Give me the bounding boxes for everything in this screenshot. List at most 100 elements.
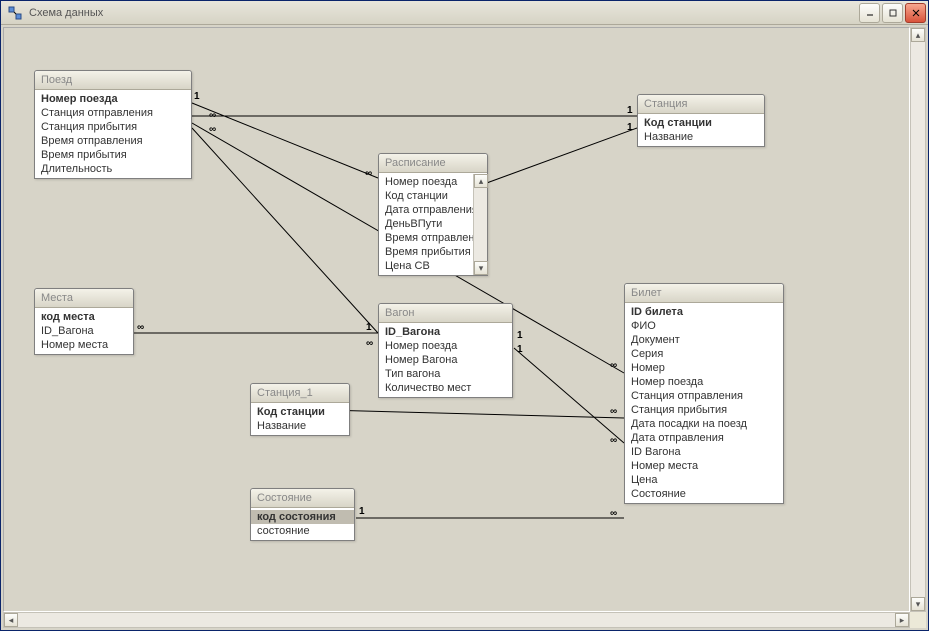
field[interactable]: Длительность xyxy=(35,162,191,176)
field[interactable]: Цена xyxy=(625,473,783,487)
field[interactable]: Название xyxy=(638,130,764,144)
cardinality-one: 1 xyxy=(194,91,200,102)
field[interactable]: Количество мест xyxy=(379,381,512,395)
scroll-left-icon[interactable]: ◂ xyxy=(4,613,18,627)
field[interactable]: Станция прибытия xyxy=(625,403,783,417)
field[interactable]: ID билета xyxy=(625,305,783,319)
field[interactable]: Номер места xyxy=(625,459,783,473)
table-fields: Код станции Название xyxy=(638,114,764,146)
field[interactable]: Тип вагона xyxy=(379,367,512,381)
table-title: Вагон xyxy=(379,304,512,323)
field[interactable]: Дата отправления xyxy=(379,203,473,217)
field[interactable]: ДеньВПути xyxy=(379,217,473,231)
cardinality-many: ∞ xyxy=(610,360,617,371)
cardinality-many: ∞ xyxy=(137,322,144,333)
field[interactable]: Номер поезда xyxy=(625,375,783,389)
cardinality-many: ∞ xyxy=(366,338,373,349)
minimize-button[interactable] xyxy=(859,3,880,23)
table-fields: код места ID_Вагона Номер места xyxy=(35,308,133,354)
field[interactable]: Код станции xyxy=(638,116,764,130)
table-mesta[interactable]: Места код места ID_Вагона Номер места xyxy=(34,288,134,355)
diagram-canvas[interactable]: 1 ∞ ∞ ∞ ∞ 1 1 ∞ 1 ∞ 1 1 1 ∞ ∞ ∞ ∞ 1 Поез… xyxy=(3,27,910,612)
field[interactable]: код состояния xyxy=(251,510,354,524)
cardinality-one: 1 xyxy=(517,344,523,355)
cardinality-many: ∞ xyxy=(610,406,617,417)
horizontal-scrollbar[interactable]: ◂ ▸ xyxy=(3,612,910,628)
table-raspisanie[interactable]: Расписание Номер поезда Код станции Дата… xyxy=(378,153,488,276)
cardinality-many: ∞ xyxy=(209,110,216,121)
table-vagon[interactable]: Вагон ID_Вагона Номер поезда Номер Вагон… xyxy=(378,303,513,398)
table-title: Поезд xyxy=(35,71,191,90)
field[interactable]: Цена СВ xyxy=(379,259,473,273)
cardinality-one: 1 xyxy=(627,105,633,116)
scroll-up-icon[interactable]: ▴ xyxy=(474,174,488,188)
field[interactable]: Станция отправления xyxy=(625,389,783,403)
field[interactable]: Время отправления xyxy=(379,231,473,245)
field[interactable]: Время прибытия xyxy=(379,245,473,259)
table-title: Станция_1 xyxy=(251,384,349,403)
field[interactable]: Код станции xyxy=(379,189,473,203)
field[interactable]: ID_Вагона xyxy=(379,325,512,339)
field[interactable]: Станция прибытия xyxy=(35,120,191,134)
table-fields: ID_Вагона Номер поезда Номер Вагона Тип … xyxy=(379,323,512,397)
table-title: Места xyxy=(35,289,133,308)
window-buttons xyxy=(859,3,926,23)
table-title: Состояние xyxy=(251,489,354,508)
scroll-right-icon[interactable]: ▸ xyxy=(895,613,909,627)
field[interactable]: Номер поезда xyxy=(379,175,473,189)
field[interactable]: Станция отправления xyxy=(35,106,191,120)
field[interactable]: Номер Вагона xyxy=(379,353,512,367)
field[interactable]: Время отправления xyxy=(35,134,191,148)
field[interactable]: Время прибытия xyxy=(35,148,191,162)
vertical-scrollbar[interactable]: ▴ ▾ xyxy=(910,27,926,612)
relationships-icon xyxy=(7,5,23,21)
table-poezd[interactable]: Поезд Номер поезда Станция отправления С… xyxy=(34,70,192,179)
field[interactable]: Название xyxy=(251,419,349,433)
client-area: 1 ∞ ∞ ∞ ∞ 1 1 ∞ 1 ∞ 1 1 1 ∞ ∞ ∞ ∞ 1 Поез… xyxy=(1,25,928,630)
maximize-button[interactable] xyxy=(882,3,903,23)
table-title: Станция xyxy=(638,95,764,114)
cardinality-one: 1 xyxy=(517,330,523,341)
table-sostoyanie[interactable]: Состояние код состояния состояние xyxy=(250,488,355,541)
field[interactable]: Номер места xyxy=(35,338,133,352)
cardinality-one: 1 xyxy=(359,506,365,517)
app-window: Схема данных xyxy=(0,0,929,631)
field[interactable]: Состояние xyxy=(625,487,783,501)
scroll-up-icon[interactable]: ▴ xyxy=(911,28,925,42)
field[interactable]: Номер xyxy=(625,361,783,375)
field[interactable]: код места xyxy=(35,310,133,324)
field[interactable]: Дата отправления xyxy=(625,431,783,445)
cardinality-many: ∞ xyxy=(365,168,372,179)
cardinality-one: 1 xyxy=(366,322,372,333)
field[interactable]: Дата посадки на поезд xyxy=(625,417,783,431)
table-fields: Номер поезда Станция отправления Станция… xyxy=(35,90,191,178)
cardinality-one: 1 xyxy=(627,122,633,133)
table-fields: Номер поезда Код станции Дата отправлени… xyxy=(379,173,487,275)
table-scrollbar[interactable]: ▴ ▾ xyxy=(473,174,487,275)
field[interactable]: Номер поезда xyxy=(35,92,191,106)
field[interactable]: ID_Вагона xyxy=(35,324,133,338)
field[interactable]: Серия xyxy=(625,347,783,361)
table-bilet[interactable]: Билет ID билета ФИО Документ Серия Номер… xyxy=(624,283,784,504)
field[interactable]: Документ xyxy=(625,333,783,347)
window-title: Схема данных xyxy=(27,7,859,19)
field[interactable]: Код станции xyxy=(251,405,349,419)
field[interactable]: ФИО xyxy=(625,319,783,333)
table-title: Билет xyxy=(625,284,783,303)
scrollbar-corner xyxy=(910,612,926,628)
field[interactable]: состояние xyxy=(251,524,354,538)
close-button[interactable] xyxy=(905,3,926,23)
titlebar: Схема данных xyxy=(1,1,928,25)
table-stanciya[interactable]: Станция Код станции Название xyxy=(637,94,765,147)
table-fields: код состояния состояние xyxy=(251,508,354,540)
table-fields: Код станции Название xyxy=(251,403,349,435)
scroll-down-icon[interactable]: ▾ xyxy=(911,597,925,611)
field[interactable]: ID Вагона xyxy=(625,445,783,459)
cardinality-many: ∞ xyxy=(209,124,216,135)
cardinality-many: ∞ xyxy=(610,435,617,446)
table-fields: ID билета ФИО Документ Серия Номер Номер… xyxy=(625,303,783,503)
table-stanciya1[interactable]: Станция_1 Код станции Название xyxy=(250,383,350,436)
field[interactable]: Номер поезда xyxy=(379,339,512,353)
cardinality-many: ∞ xyxy=(610,508,617,519)
scroll-down-icon[interactable]: ▾ xyxy=(474,261,488,275)
